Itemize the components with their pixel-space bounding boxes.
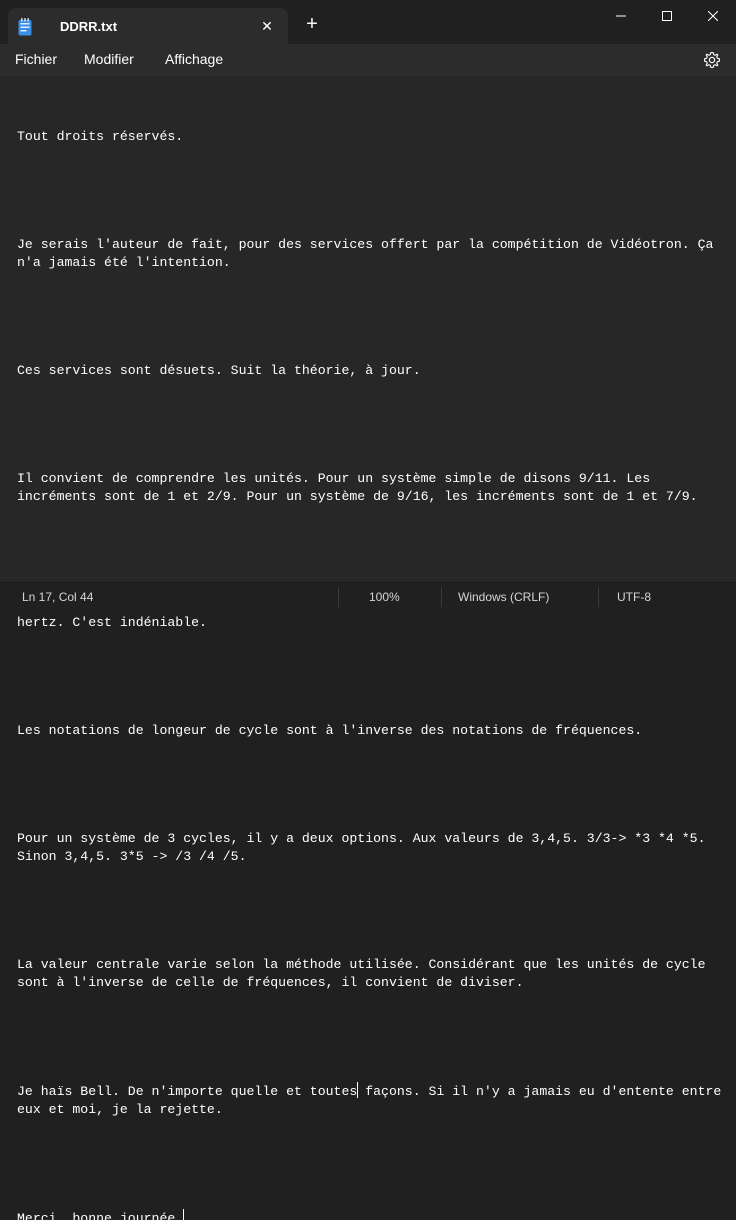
menu-file[interactable]: Fichier xyxy=(15,51,57,67)
status-divider xyxy=(338,587,339,607)
cursor-position: Ln 17, Col 44 xyxy=(22,590,94,604)
title-bar: DDRR.txt ✕ + xyxy=(0,0,736,44)
encoding: UTF-8 xyxy=(617,590,651,604)
text-line: La valeur centrale varie selon la méthod… xyxy=(17,957,714,990)
close-tab-icon[interactable]: ✕ xyxy=(258,17,276,35)
text-line: Je serais l'auteur de fait, pour des ser… xyxy=(17,237,722,270)
text-segment: Je haïs Bell. De n'importe quelle et tou… xyxy=(17,1084,358,1099)
zoom-level: 100% xyxy=(369,590,400,604)
text-line xyxy=(17,776,731,794)
menu-edit[interactable]: Modifier xyxy=(84,51,134,67)
text-line: Ces services sont désuets. Suit la théor… xyxy=(17,363,421,378)
minimize-button[interactable] xyxy=(598,0,644,32)
new-tab-button[interactable]: + xyxy=(302,14,322,34)
text-line xyxy=(17,308,731,326)
text-line xyxy=(17,1028,731,1046)
menu-view[interactable]: Affichage xyxy=(165,51,223,67)
maximize-button[interactable] xyxy=(644,0,690,32)
text-caret xyxy=(183,1209,185,1220)
notepad-icon xyxy=(18,18,32,36)
minimize-icon xyxy=(616,15,626,17)
tab-ddrr[interactable]: DDRR.txt ✕ xyxy=(8,8,288,44)
text-line xyxy=(17,182,731,200)
gear-icon[interactable] xyxy=(702,50,722,70)
close-window-button[interactable] xyxy=(690,0,736,32)
text-line xyxy=(17,542,731,560)
text-line xyxy=(17,668,731,686)
text-editor[interactable]: Tout droits réservés. Je serais l'auteur… xyxy=(0,76,736,1220)
text-line: Les notations de longeur de cycle sont à… xyxy=(17,723,643,738)
text-line: Il convient de comprendre les unités. Po… xyxy=(17,471,698,504)
maximize-icon xyxy=(662,11,672,21)
text-line xyxy=(17,1155,731,1173)
text-line: Merci, bonne journée. xyxy=(17,1209,731,1220)
text-segment: Merci, bonne journée. xyxy=(17,1211,184,1220)
text-line xyxy=(17,416,731,434)
tab-title: DDRR.txt xyxy=(60,19,118,34)
status-divider xyxy=(441,587,442,607)
text-line: Pour un système de 3 cycles, il y a deux… xyxy=(17,831,714,864)
status-bar: Ln 17, Col 44 100% Windows (CRLF) UTF-8 xyxy=(0,582,736,611)
document-text[interactable]: Tout droits réservés. Je serais l'auteur… xyxy=(17,92,731,1220)
menu-bar: Fichier Modifier Affichage xyxy=(0,44,736,76)
text-line: Je haïs Bell. De n'importe quelle et tou… xyxy=(17,1082,731,1119)
close-icon xyxy=(708,11,718,21)
status-divider xyxy=(598,587,599,607)
line-ending: Windows (CRLF) xyxy=(458,590,550,604)
text-line xyxy=(17,902,731,920)
text-line: Tout droits réservés. xyxy=(17,129,184,144)
